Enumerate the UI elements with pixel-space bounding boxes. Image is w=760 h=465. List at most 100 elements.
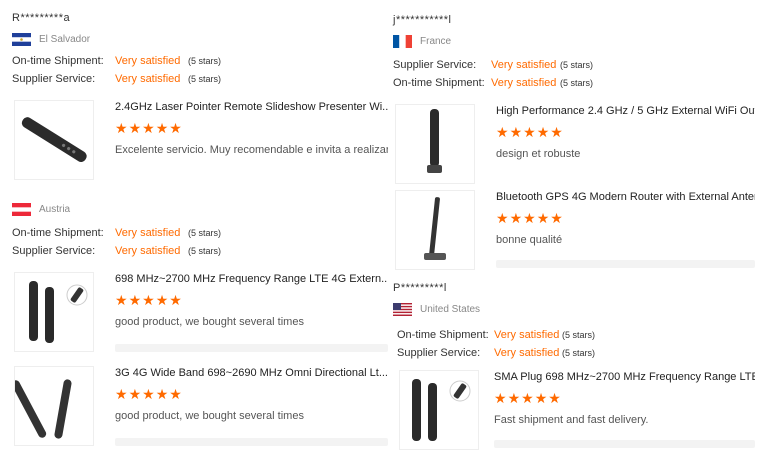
product-image[interactable] xyxy=(395,104,475,184)
rating-label: Supplier Service: xyxy=(397,347,481,359)
star-icon: ★ xyxy=(536,210,551,226)
product-review-item: 3G 4G Wide Band 698~2690 MHz Omni Direct… xyxy=(11,366,388,452)
review-divider-bar xyxy=(115,438,388,446)
star-icon: ★ xyxy=(155,292,170,308)
product-review-item: Bluetooth GPS 4G Modern Router with Exte… xyxy=(393,190,755,276)
reviewer-name: j***********l xyxy=(393,14,452,26)
rating-on-time-shipment: On-time Shipment: Very satisfied (5 star… xyxy=(393,74,755,92)
rating-stars-text: (5 stars) xyxy=(562,330,596,340)
reviewer-name: R*********a xyxy=(12,12,71,24)
rating-supplier-service: Supplier Service: Very satisfied (5 star… xyxy=(12,70,388,88)
star-icon: ★ xyxy=(509,124,524,140)
reviewer-country: El Salvador xyxy=(12,32,388,46)
rating-on-time-shipment: On-time Shipment: Very satisfied (5 star… xyxy=(12,224,388,242)
rating-label: Supplier Service: xyxy=(12,245,96,257)
star-icon: ★ xyxy=(494,390,508,406)
rating-value: Very satisfied xyxy=(491,77,557,89)
rating-stars-text: (5 stars) xyxy=(188,228,222,238)
review-divider-bar xyxy=(496,260,755,268)
rating-value: Very satisfied xyxy=(115,55,181,67)
star-icon: ★ xyxy=(507,390,522,406)
united-states-flag-icon xyxy=(393,302,412,316)
rating-stars-text: (5 stars) xyxy=(560,78,594,88)
product-image[interactable] xyxy=(395,190,475,270)
rating-label: On-time Shipment: xyxy=(12,55,104,67)
product-title-link[interactable]: 698 MHz~2700 MHz Frequency Range LTE 4G … xyxy=(115,273,388,285)
country-name: France xyxy=(420,35,452,47)
review-comment: good product, we bought several times xyxy=(115,410,304,422)
product-title-link[interactable]: High Performance 2.4 GHz / 5 GHz Externa… xyxy=(496,105,755,117)
rating-value: Very satisfied xyxy=(115,73,181,85)
product-image[interactable] xyxy=(14,272,94,352)
star-icon: ★ xyxy=(509,210,524,226)
review-comment: Excelente servicio. Muy recomendable e i… xyxy=(115,144,388,156)
rating-stars-text: (5 stars) xyxy=(188,246,222,256)
star-icon: ★ xyxy=(115,292,129,308)
rating-supplier-service: Supplier Service: Very satisfied (5 star… xyxy=(393,344,755,362)
product-image[interactable] xyxy=(11,366,94,446)
star-icon: ★ xyxy=(128,292,143,308)
reviewer-country: France xyxy=(393,34,755,48)
rating-value: Very satisfied xyxy=(494,329,560,341)
star-icon: ★ xyxy=(155,386,170,402)
star-icon: ★ xyxy=(550,124,564,140)
star-icon: ★ xyxy=(550,210,564,226)
product-title-link[interactable]: 3G 4G Wide Band 698~2690 MHz Omni Direct… xyxy=(115,367,388,379)
product-star-rating: ★★★★★ xyxy=(115,292,183,309)
review-comment: Fast shipment and fast delivery. xyxy=(494,414,649,426)
star-icon: ★ xyxy=(521,390,535,406)
country-name: Austria xyxy=(39,203,71,215)
reviewer-country: United States xyxy=(393,302,755,316)
country-name: United States xyxy=(420,303,481,315)
star-icon: ★ xyxy=(115,386,129,402)
review-card: P*********l United States On-time Shipme… xyxy=(393,282,755,362)
star-icon: ★ xyxy=(496,124,510,140)
star-icon: ★ xyxy=(523,210,537,226)
el-salvador-flag-icon xyxy=(12,32,31,46)
review-card: j***********l France Supplier Service: V… xyxy=(393,14,755,92)
rating-on-time-shipment: On-time Shipment: Very satisfied (5 star… xyxy=(12,52,388,70)
star-icon: ★ xyxy=(169,120,183,136)
star-icon: ★ xyxy=(142,386,156,402)
review-card: R*********a El Salvador On-time Shipment… xyxy=(12,12,388,88)
review-comment: design et robuste xyxy=(496,148,581,160)
star-icon: ★ xyxy=(496,210,510,226)
country-name: El Salvador xyxy=(39,33,91,45)
star-icon: ★ xyxy=(155,120,170,136)
product-title-link[interactable]: 2.4GHz Laser Pointer Remote Slideshow Pr… xyxy=(115,101,388,113)
rating-label: Supplier Service: xyxy=(393,59,477,71)
product-review-item: 2.4GHz Laser Pointer Remote Slideshow Pr… xyxy=(12,100,388,186)
rating-on-time-shipment: On-time Shipment: Very satisfied (5 star… xyxy=(393,326,755,344)
review-card: Austria On-time Shipment: Very satisfied… xyxy=(12,202,388,260)
star-icon: ★ xyxy=(128,120,143,136)
star-icon: ★ xyxy=(142,120,156,136)
star-icon: ★ xyxy=(169,292,183,308)
star-icon: ★ xyxy=(115,120,129,136)
star-icon: ★ xyxy=(536,124,551,140)
austria-flag-icon xyxy=(12,202,31,216)
product-image[interactable] xyxy=(399,370,479,450)
rating-supplier-service: Supplier Service: Very satisfied (5 star… xyxy=(393,56,755,74)
product-image[interactable] xyxy=(14,100,94,180)
star-icon: ★ xyxy=(523,124,537,140)
star-icon: ★ xyxy=(128,386,143,402)
product-star-rating: ★★★★★ xyxy=(496,124,564,141)
review-comment: bonne qualité xyxy=(496,234,563,246)
review-divider-bar xyxy=(115,344,388,352)
rating-stars-text: (5 stars) xyxy=(562,348,596,358)
product-title-link[interactable]: Bluetooth GPS 4G Modern Router with Exte… xyxy=(496,191,755,203)
rating-label: On-time Shipment: xyxy=(12,227,104,239)
rating-label: On-time Shipment: xyxy=(397,329,489,341)
star-icon: ★ xyxy=(534,390,549,406)
france-flag-icon xyxy=(393,34,412,48)
star-icon: ★ xyxy=(548,390,562,406)
rating-label: Supplier Service: xyxy=(12,73,96,85)
reviewer-name: P*********l xyxy=(393,282,447,294)
product-star-rating: ★★★★★ xyxy=(494,390,562,407)
product-title-link[interactable]: SMA Plug 698 MHz~2700 MHz Frequency Rang… xyxy=(494,371,755,383)
rating-stars-text: (5 stars) xyxy=(188,74,222,84)
product-review-item: 698 MHz~2700 MHz Frequency Range LTE 4G … xyxy=(12,272,388,358)
rating-stars-text: (5 stars) xyxy=(188,56,222,66)
rating-label: On-time Shipment: xyxy=(393,77,485,89)
product-star-rating: ★★★★★ xyxy=(115,120,183,137)
